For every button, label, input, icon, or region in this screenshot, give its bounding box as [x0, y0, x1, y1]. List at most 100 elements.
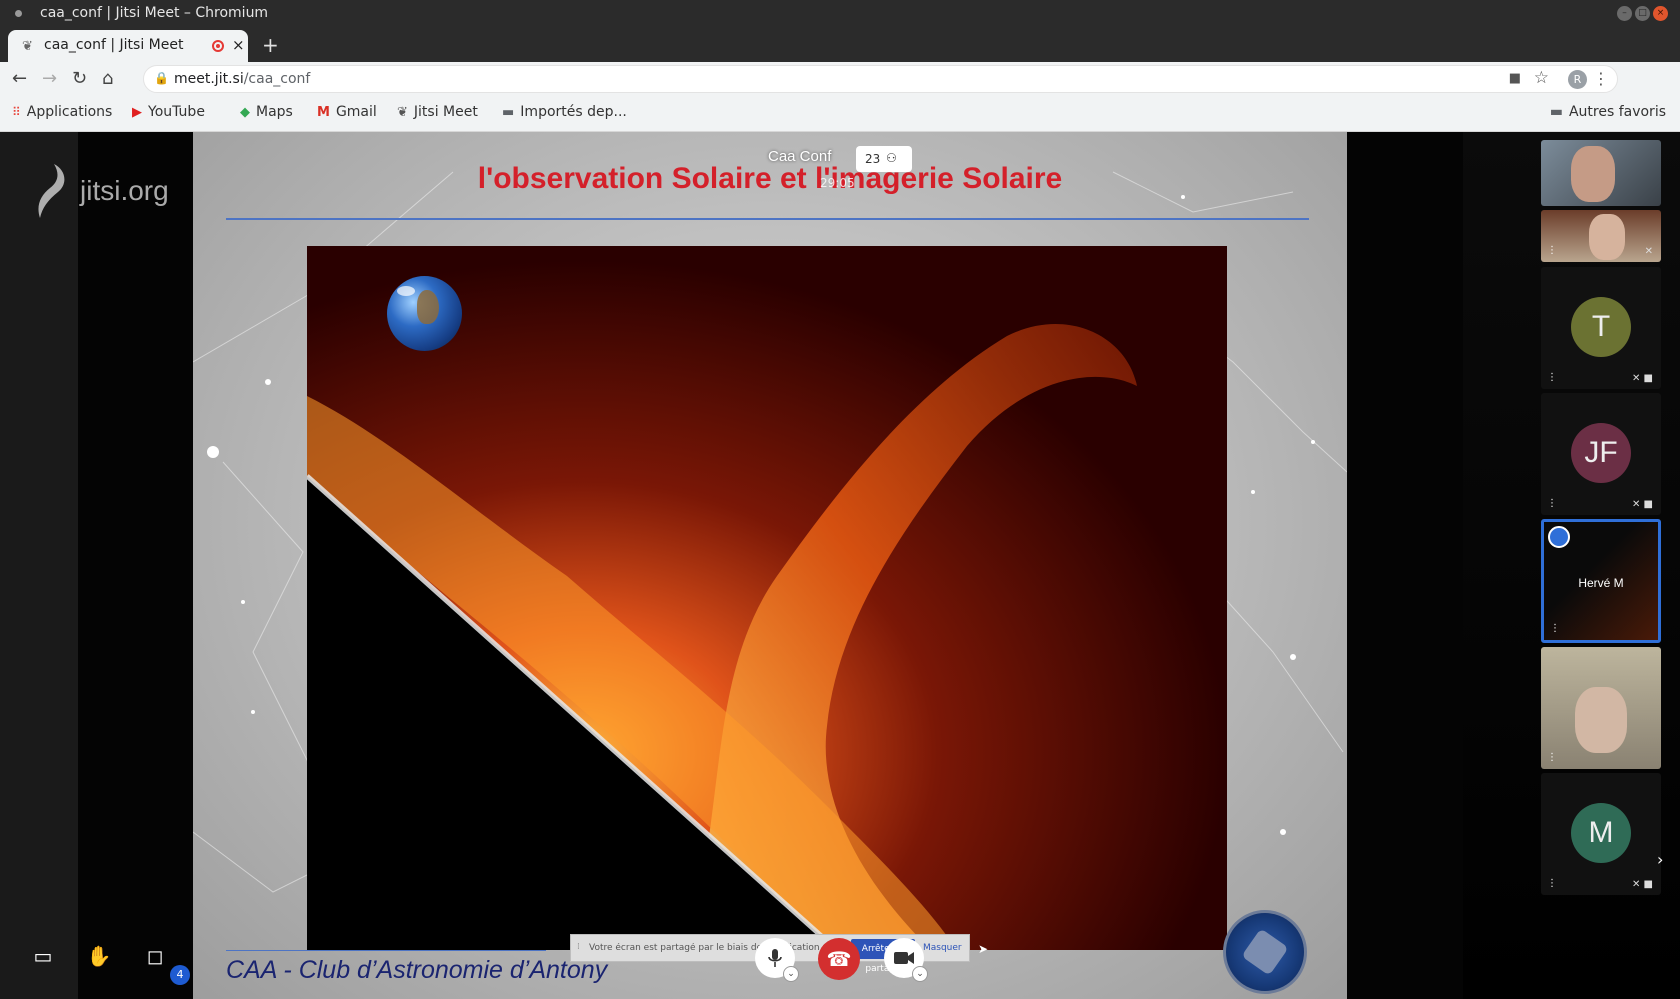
hangup-phone-icon: ☎ — [826, 947, 852, 971]
window-menu-dot-icon[interactable] — [15, 10, 22, 17]
participant-thumbnail-m[interactable]: M ⋮ ✕ ■ — [1541, 773, 1661, 895]
participant-thumbnail[interactable] — [1541, 140, 1661, 206]
participant-name: Hervé M — [1578, 576, 1624, 590]
window-titlebar: caa_conf | Jitsi Meet – Chromium – □ × — [0, 0, 1680, 27]
microphone-icon — [768, 949, 782, 967]
avatar: M — [1571, 803, 1631, 863]
hangup-button[interactable]: ☎ — [818, 938, 860, 980]
share-banner-text: Votre écran est partagé par le biais de … — [589, 943, 851, 953]
thumbnail-menu-icon[interactable]: ⋮ — [1547, 372, 1557, 383]
hide-banner-link[interactable]: Masquer — [923, 943, 962, 953]
participant-thumbnail-t[interactable]: T ⋮ ✕ ■ — [1541, 267, 1661, 389]
tab-strip: ❦ caa_conf | Jitsi Meet × + — [0, 27, 1680, 62]
participant-thumbnail[interactable]: ⋮ — [1541, 647, 1661, 769]
avatar: JF — [1571, 423, 1631, 483]
maps-icon: ◆ — [240, 104, 250, 120]
new-tab-button[interactable]: + — [262, 33, 279, 57]
home-icon[interactable]: ⌂ — [102, 68, 113, 89]
club-astronomie-logo — [1223, 910, 1307, 994]
shared-screen-slide: l'observation Solaire et l'imagerie Sola… — [193, 132, 1347, 999]
tab-close-button[interactable]: × — [232, 36, 245, 54]
address-bar[interactable]: 🔒 meet.jit.si/caa_conf ■ ☆ R ⋮ — [143, 65, 1618, 93]
tab-title: caa_conf | Jitsi Meet — [44, 37, 184, 53]
browser-menu-icon[interactable]: ⋮ — [1593, 69, 1609, 88]
chat-button[interactable]: ◻ — [142, 944, 168, 970]
thumbnail-menu-icon[interactable]: ⋮ — [1547, 245, 1557, 256]
dominant-speaker-icon — [1548, 526, 1570, 548]
avatar: T — [1571, 297, 1631, 357]
lock-icon[interactable]: 🔒 — [154, 71, 169, 85]
muted-mic-camera-icon: ✕ ■ — [1631, 499, 1653, 510]
meeting-duration: 29:05 — [820, 176, 855, 190]
camera-in-use-icon[interactable]: ■ — [1509, 71, 1521, 86]
monitor-icon: ▭ — [33, 944, 53, 968]
muted-mic-icon: ✕ — [1644, 246, 1653, 257]
bookmark-maps[interactable]: ◆ Maps — [240, 104, 293, 120]
jitsi-watermark[interactable]: jitsi.org — [34, 162, 169, 220]
participant-thumbnail-herve-m[interactable]: Hervé M ⋮ — [1541, 519, 1661, 643]
participant-video — [1571, 146, 1615, 202]
chat-bubble-icon: ◻ — [146, 944, 164, 968]
window-controls: – □ × — [1617, 6, 1668, 21]
recording-indicator-icon — [212, 40, 224, 52]
solar-prominence-graphic — [307, 246, 1227, 950]
footer-rule — [226, 950, 546, 951]
meeting-stage: l'observation Solaire et l'imagerie Sola… — [0, 132, 1680, 999]
thumbnail-menu-icon[interactable]: ⋮ — [1547, 752, 1557, 763]
forward-arrow-icon[interactable]: → — [42, 68, 57, 89]
mic-options-caret-icon[interactable]: ⌄ — [783, 966, 799, 982]
participant-thumbnail-jf[interactable]: JF ⋮ ✕ ■ — [1541, 393, 1661, 515]
maximize-button[interactable]: □ — [1635, 6, 1650, 21]
bookmark-youtube[interactable]: ▶ YouTube — [132, 104, 205, 120]
minimize-button[interactable]: – — [1617, 6, 1632, 21]
folder-icon: ▬ — [1549, 104, 1563, 120]
tab-jitsi[interactable]: ❦ caa_conf | Jitsi Meet × — [8, 30, 248, 62]
bookmark-star-icon[interactable]: ☆ — [1534, 68, 1549, 88]
participant-video — [1575, 687, 1627, 753]
mouse-cursor-icon: ➤ — [978, 942, 989, 956]
close-window-button[interactable]: × — [1653, 6, 1668, 21]
earth-image — [387, 276, 462, 351]
drag-handle-icon[interactable]: ⁞ — [577, 942, 580, 952]
url-text[interactable]: meet.jit.si/caa_conf — [174, 71, 310, 87]
other-bookmarks[interactable]: ▬ Autres favoris — [1550, 104, 1666, 120]
jitsi-favicon-icon: ❦ — [22, 39, 33, 54]
share-screen-button[interactable]: ▭ — [30, 944, 56, 970]
muted-mic-camera-icon: ✕ ■ — [1631, 373, 1653, 384]
slide-footer: CAA - Club d’Astronomie d’Antony — [226, 956, 608, 984]
folder-icon: ▬ — [502, 104, 515, 120]
slide-title: l'observation Solaire et l'imagerie Sola… — [477, 162, 1063, 195]
raise-hand-button[interactable]: ✋ — [86, 944, 112, 970]
camera-options-caret-icon[interactable]: ⌄ — [912, 966, 928, 982]
thumbnail-menu-icon[interactable]: ⋮ — [1547, 498, 1557, 509]
solar-prominence-image — [307, 246, 1227, 950]
gmail-icon: M — [317, 104, 330, 120]
participant-video — [1589, 214, 1625, 260]
bookmark-gmail[interactable]: M Gmail — [317, 104, 377, 120]
window-title: caa_conf | Jitsi Meet – Chromium — [40, 5, 269, 21]
thumbnail-menu-icon[interactable]: ⋮ — [1550, 623, 1560, 634]
conference-name: Caa Conf — [768, 148, 832, 165]
jitsi-watermark-text: jitsi.org — [80, 175, 169, 206]
bookmark-jitsi-meet[interactable]: ❦ Jitsi Meet — [397, 104, 478, 120]
participants-icon: ⚇ — [886, 151, 897, 165]
bookmark-applications[interactable]: ⠿ Applications — [12, 104, 112, 120]
profile-avatar[interactable]: R — [1568, 70, 1587, 89]
jitsi-icon: ❦ — [397, 104, 408, 120]
participant-count: 23 — [865, 152, 881, 166]
browser-toolbar: ← → ↻ ⌂ 🔒 meet.jit.si/caa_conf ■ ☆ R ⋮ — [0, 62, 1680, 96]
participant-thumbnail[interactable]: ⋮ ✕ — [1541, 210, 1661, 262]
bookmarks-bar: ⠿ Applications ▶ YouTube ◆ Maps M Gmail … — [0, 96, 1680, 132]
bookmark-imported-folder[interactable]: ▬ Importés dep... — [502, 104, 627, 120]
jitsi-logo-icon — [38, 164, 65, 218]
thumbnail-menu-icon[interactable]: ⋮ — [1547, 878, 1557, 889]
muted-mic-camera-icon: ✕ ■ — [1631, 879, 1653, 890]
slide-title-rule — [226, 218, 1309, 220]
youtube-icon: ▶ — [132, 104, 142, 120]
apps-grid-icon: ⠿ — [12, 105, 21, 119]
back-arrow-icon[interactable]: ← — [12, 68, 27, 89]
filmstrip-scroll-chevron-icon[interactable]: › — [1657, 850, 1663, 869]
reload-icon[interactable]: ↻ — [72, 68, 87, 89]
participant-count-button[interactable]: 23 ⚇ — [856, 146, 912, 172]
raise-hand-icon: ✋ — [86, 944, 112, 968]
